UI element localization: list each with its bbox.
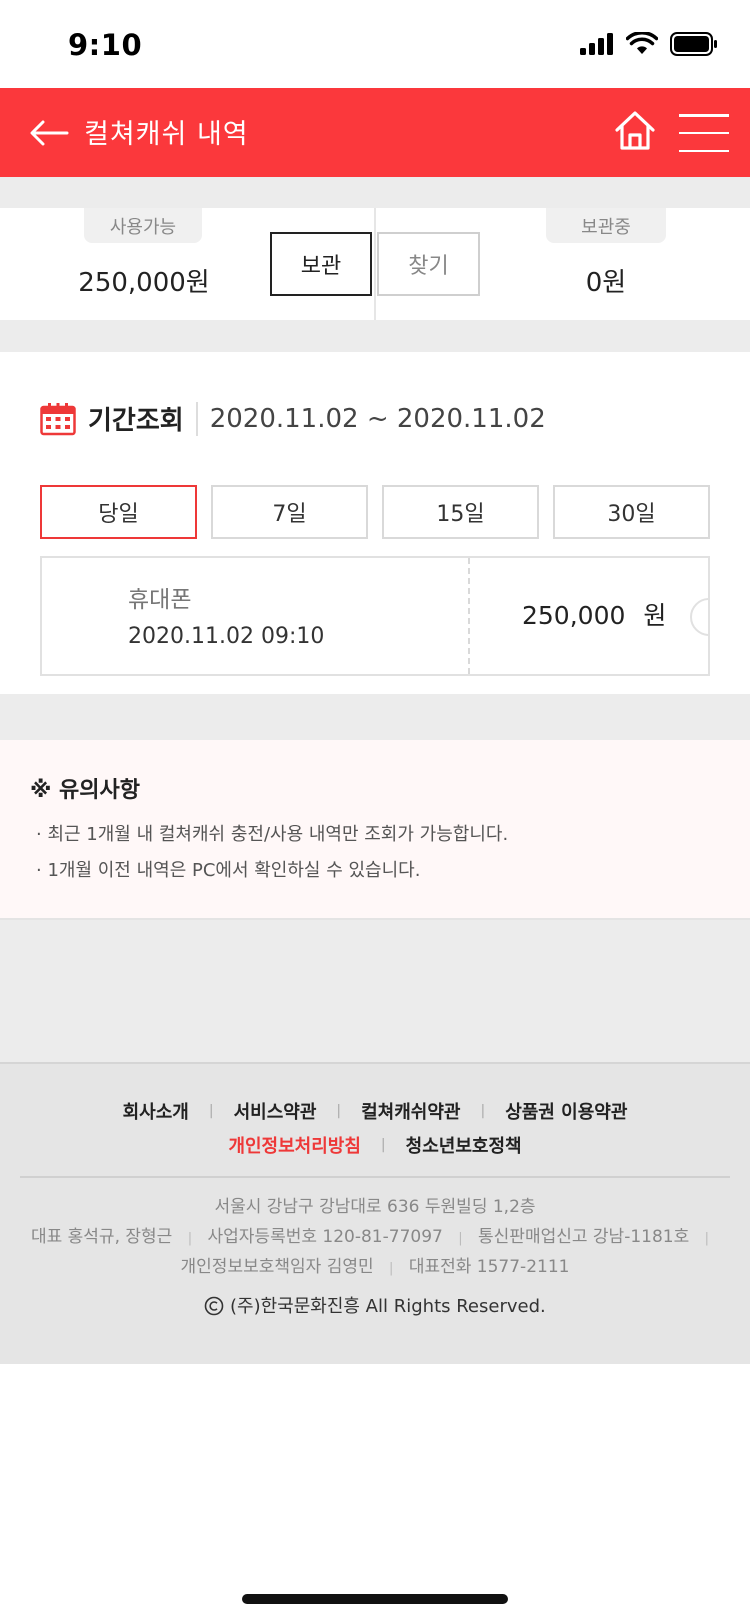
- footer-phone: 대표전화 1577-2111: [408, 1257, 570, 1277]
- footer-link-service-terms[interactable]: 서비스약관: [234, 1098, 317, 1124]
- page-title: 컬쳐캐쉬 내역: [84, 119, 249, 150]
- history-item-name: 휴대폰: [128, 587, 192, 613]
- period-separator: [195, 401, 198, 436]
- available-label: 사용가능: [84, 208, 202, 243]
- status-bar: 9:10: [0, 0, 750, 88]
- menu-line: [679, 114, 729, 117]
- footer-link-company[interactable]: 회사소개: [123, 1098, 189, 1124]
- footer-link-privacy-policy[interactable]: 개인정보처리방침: [228, 1132, 360, 1158]
- filter-30days-button[interactable]: 30일: [553, 485, 710, 539]
- footer-divider: [20, 1176, 730, 1178]
- filter-7days-button[interactable]: 7일: [211, 485, 368, 539]
- filter-15days-button[interactable]: 15일: [382, 485, 539, 539]
- footer-links-row: 회사소개 | 서비스약관 | 컬쳐캐쉬약관 | 상품권 이용약관: [0, 1098, 750, 1124]
- footer-separator: |: [389, 1261, 394, 1276]
- footer-privacy-officer: 개인정보보호책임자 김영민: [180, 1257, 374, 1277]
- home-icon: [615, 111, 655, 150]
- period-label: 기간조회: [88, 406, 184, 436]
- footer-link-culturecash-terms[interactable]: 컬쳐캐쉬약관: [361, 1098, 460, 1124]
- footer-telecom: 통신판매업신고 강남-1181호: [478, 1227, 690, 1247]
- footer-address: 서울시 강남구 강남대로 636 두원빌딩 1,2층: [214, 1197, 536, 1217]
- home-indicator[interactable]: [242, 1594, 508, 1604]
- back-arrow-icon: [30, 120, 69, 146]
- calendar-icon: [40, 402, 76, 435]
- ticket-notch: [690, 598, 708, 636]
- footer-link-giftcard-terms[interactable]: 상품권 이용약관: [505, 1098, 627, 1124]
- footer-separator: |: [208, 1103, 214, 1119]
- history-item-amount: 250,000 원: [522, 596, 666, 632]
- app-header: 컬쳐캐쉬 내역: [0, 88, 750, 177]
- divider: [0, 694, 750, 740]
- signal-icon: [580, 33, 613, 55]
- period-header: 기간조회 2020.11.02 ~ 2020.11.02: [40, 400, 546, 437]
- footer-links-row: 개인정보처리방침 | 청소년보호정책: [0, 1132, 750, 1158]
- battery-icon: [670, 32, 717, 56]
- notice-title: ※ 유의사항: [30, 778, 141, 803]
- period-filters: 당일 7일 15일 30일: [40, 485, 710, 539]
- filter-today-button[interactable]: 당일: [40, 485, 197, 539]
- history-item: 휴대폰 2020.11.02 09:10 250,000 원: [40, 556, 710, 676]
- divider: [0, 320, 750, 352]
- menu-icon[interactable]: [679, 114, 729, 152]
- footer-separator: |: [480, 1103, 486, 1119]
- history-item-datetime: 2020.11.02 09:10: [128, 624, 325, 649]
- available-amount: 250,000원: [78, 268, 210, 298]
- notice-section: ※ 유의사항 · 최근 1개월 내 컬쳐캐쉬 충전/사용 내역만 조회가 가능합…: [0, 740, 750, 918]
- stored-label: 보관중: [546, 208, 666, 243]
- footer-separator: |: [704, 1231, 710, 1246]
- store-button[interactable]: 보관: [270, 232, 372, 296]
- footer-contact-info: 개인정보보호책임자 김영민 | 대표전화 1577-2111: [0, 1252, 750, 1277]
- copyright-icon: [204, 1296, 224, 1316]
- footer-copyright: (주)한국문화진흥 All Rights Reserved.: [0, 1292, 750, 1318]
- home-button[interactable]: [612, 108, 658, 154]
- footer: 회사소개 | 서비스약관 | 컬쳐캐쉬약관 | 상품권 이용약관 개인정보처리방…: [0, 1062, 750, 1364]
- period-range[interactable]: 2020.11.02 ~ 2020.11.02: [210, 404, 546, 434]
- history-item-info: 휴대폰 2020.11.02 09:10: [42, 558, 470, 674]
- notice-item: · 1개월 이전 내역은 PC에서 확인하실 수 있습니다.: [36, 860, 421, 881]
- back-button[interactable]: [26, 110, 72, 156]
- footer-biz-no: 사업자등록번호 120-81-77097: [207, 1227, 443, 1247]
- footer-separator: |: [380, 1137, 386, 1153]
- footer-ceo: 대표 홍석규, 장형근: [30, 1227, 173, 1247]
- footer-separator: |: [187, 1231, 193, 1246]
- history-amount-unit: 원: [643, 601, 667, 630]
- divider: [0, 177, 750, 208]
- balance-divider: [374, 208, 376, 320]
- menu-line: [679, 149, 729, 152]
- footer-link-youth-policy[interactable]: 청소년보호정책: [406, 1132, 522, 1158]
- copyright-text: (주)한국문화진흥 All Rights Reserved.: [230, 1296, 546, 1317]
- period-section: 기간조회 2020.11.02 ~ 2020.11.02 당일 7일 15일 3…: [0, 352, 750, 694]
- footer-separator: |: [458, 1231, 463, 1246]
- footer-company-info: 대표 홍석규, 장형근 | 사업자등록번호 120-81-77097 | 통신판…: [0, 1222, 750, 1247]
- empty-area: [0, 918, 750, 1062]
- footer-separator: |: [336, 1103, 342, 1119]
- wifi-icon: [626, 32, 658, 54]
- balance-card: 사용가능 250,000원 보관 찾기 보관중 0원: [0, 208, 750, 320]
- status-time: 9:10: [68, 28, 143, 62]
- stored-amount: 0원: [585, 268, 627, 298]
- status-icons: [580, 32, 718, 56]
- find-button[interactable]: 찾기: [377, 232, 480, 296]
- history-amount-value: 250,000: [522, 601, 626, 630]
- menu-line: [679, 131, 729, 135]
- notice-item: · 최근 1개월 내 컬쳐캐쉬 충전/사용 내역만 조회가 가능합니다.: [36, 824, 509, 845]
